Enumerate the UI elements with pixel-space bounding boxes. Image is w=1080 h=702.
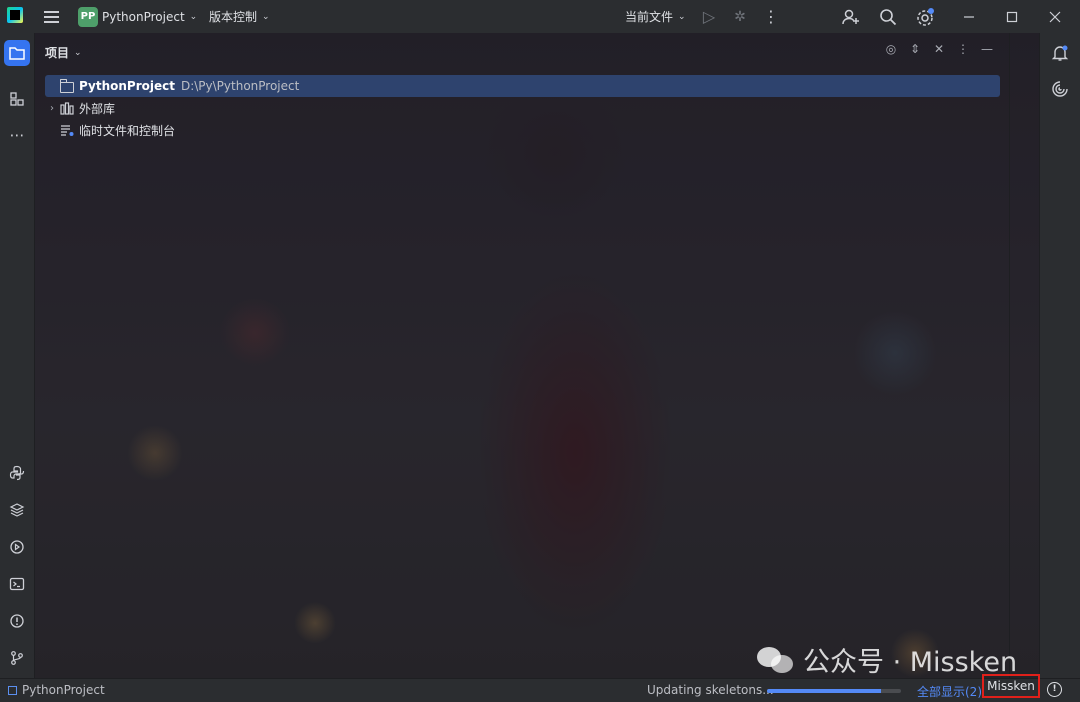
tree-item-label: 临时文件和控制台 [79,123,176,138]
right-tool-strip [1039,33,1080,678]
settings-icon[interactable] [911,0,939,33]
maximize-icon[interactable] [998,0,1026,33]
title-bar: PP PythonProject ⌄ 版本控制 ⌄ 当前文件 ⌄ ▷ ✲ ⋮ [0,0,1080,33]
git-icon[interactable] [4,645,30,671]
project-tree: PythonProject D:\Py\PythonProject › 外部库 … [45,75,1000,141]
more-tools-icon[interactable]: ⋯ [4,122,30,148]
debug-icon[interactable]: ✲ [726,0,754,33]
folder-icon [59,78,75,93]
vcs-menu[interactable]: 版本控制 ⌄ [209,0,270,33]
chevron-down-icon: ⌄ [262,11,270,22]
terminal-icon[interactable] [4,571,30,597]
project-square-icon [8,685,17,695]
project-name: PythonProject [102,9,185,24]
status-project[interactable]: PythonProject [8,683,105,697]
watermark-text: 公众号 · Missken [803,647,1018,678]
chevron-down-icon: ⌄ [189,11,198,22]
panel-divider [1009,33,1010,678]
minimize-icon[interactable] [955,0,983,33]
expand-all-icon[interactable]: ⇕ [903,42,927,56]
status-bar: PythonProject Updating skeletons... 全部显示… [0,674,1080,702]
collapse-all-icon[interactable]: ✕ [927,42,951,56]
left-tool-strip: ⋯ [0,33,35,678]
locate-icon[interactable]: ◎ [879,42,903,56]
search-icon[interactable] [874,0,902,33]
tree-item-project-root[interactable]: PythonProject D:\Py\PythonProject [45,75,1000,97]
user-name: Missken [987,679,1035,693]
notifications-icon[interactable] [1048,41,1072,65]
warning-icon[interactable]: ! [1047,682,1062,697]
show-all-tasks-link[interactable]: 全部显示(2) [917,683,982,700]
library-icon [59,101,75,115]
add-user-icon[interactable] [837,0,865,33]
wechat-logo-icon [757,645,795,675]
close-icon[interactable] [1041,0,1069,33]
run-config-label: 当前文件 [625,10,674,24]
progress-bar [767,689,901,693]
tree-item-name: PythonProject [79,79,175,93]
panel-toolbar: ◎ ⇕ ✕ ⋮ — [879,42,999,56]
pycharm-logo-icon [7,7,23,23]
project-panel: 项目 ⌄ ◎ ⇕ ✕ ⋮ — PythonProject D:\Py\Pytho… [35,33,1009,678]
services-icon[interactable] [4,534,30,560]
ai-assistant-icon[interactable] [1048,77,1072,101]
more-icon[interactable]: ⋮ [757,0,785,33]
hamburger-menu-icon[interactable] [40,0,62,33]
project-panel-header[interactable]: 项目 ⌄ [45,44,82,61]
project-badge: PP [78,6,98,27]
problems-icon[interactable] [4,608,30,634]
run-icon[interactable]: ▷ [695,0,723,33]
chevron-down-icon: ⌄ [74,47,82,58]
watermark: 公众号 · Missken [757,640,1017,679]
progress-fill [767,689,881,693]
vcs-label: 版本控制 [209,10,258,24]
chevron-right-icon[interactable]: › [45,103,59,114]
tree-item-path: D:\Py\PythonProject [180,79,300,93]
panel-title: 项目 [45,46,70,60]
tree-item-label: 外部库 [79,101,116,116]
scratches-icon [59,123,75,137]
tree-item-external-libraries[interactable]: › 外部库 [45,97,1000,119]
tree-item-scratches[interactable]: 临时文件和控制台 [45,119,1000,141]
project-switcher[interactable]: PP PythonProject ⌄ [78,0,197,33]
background-task-label: Updating skeletons... [647,683,774,697]
chevron-down-icon: ⌄ [678,11,686,22]
status-project-name: PythonProject [22,683,105,697]
run-config-selector[interactable]: 当前文件 ⌄ [625,0,686,33]
project-folder-icon[interactable] [4,40,30,66]
options-icon[interactable]: ⋮ [951,42,975,56]
python-console-icon[interactable] [4,460,30,486]
layers-icon[interactable] [4,497,30,523]
structure-icon[interactable] [4,86,30,112]
hide-panel-icon[interactable]: — [975,42,999,56]
